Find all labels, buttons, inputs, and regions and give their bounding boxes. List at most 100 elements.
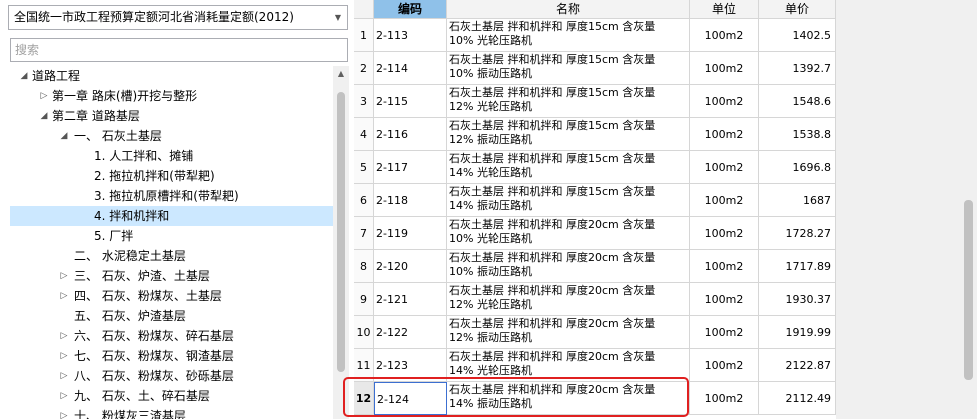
quota-code-cell[interactable]: 2-120 (374, 250, 447, 283)
unit-cell[interactable]: 100m2 (690, 118, 759, 151)
tree-node[interactable]: ▷ 九、 石灰、土、碎石基层 (10, 386, 333, 406)
quota-name-cell[interactable]: 石灰土基层 拌和机拌和 厚度20cm 含灰量 12% 光轮压路机 (447, 283, 690, 316)
quota-name-cell[interactable]: 石灰土基层 拌和机拌和 厚度20cm 含灰量 10% 光轮压路机 (447, 217, 690, 250)
expand-icon[interactable]: ▷ (58, 406, 70, 419)
quota-name-cell[interactable]: 石灰土基层 拌和机拌和 厚度15cm 含灰量 12% 振动压路机 (447, 118, 690, 151)
expand-icon[interactable]: ▷ (58, 286, 70, 306)
price-cell[interactable]: 1717.89 (759, 250, 836, 283)
quota-code-cell[interactable]: 2-123 (374, 349, 447, 382)
tree-node[interactable]: ▷ 三、 石灰、炉渣、土基层 (10, 266, 333, 286)
expand-icon[interactable]: ▷ (58, 346, 70, 366)
tree-node[interactable]: ▷ 十、 粉煤灰三渣基层 (10, 406, 333, 419)
tree-node[interactable]: ◢ 一、 石灰土基层 (10, 126, 333, 146)
quota-name-cell[interactable]: 石灰土基层 拌和机拌和 厚度20cm 含灰量 14% 光轮压路机 (447, 349, 690, 382)
table-row[interactable]: 8 2-120 石灰土基层 拌和机拌和 厚度20cm 含灰量 10% 振动压路机 100… (354, 250, 836, 283)
tree-node[interactable]: 4. 拌和机拌和 (10, 206, 333, 226)
quota-code-cell[interactable]: 2-119 (374, 217, 447, 250)
tree-node[interactable]: ▷ 第一章 路床(槽)开挖与整形 (10, 86, 333, 106)
table-row[interactable]: 5 2-117 石灰土基层 拌和机拌和 厚度15cm 含灰量 14% 光轮压路机 100… (354, 151, 836, 184)
quota-code-cell[interactable]: 2-124 (374, 382, 447, 415)
unit-cell[interactable]: 100m2 (690, 382, 759, 415)
price-cell[interactable]: 1538.8 (759, 118, 836, 151)
tree-scrollbar[interactable]: ▲ (333, 66, 349, 419)
table-row[interactable]: 12 2-124 石灰土基层 拌和机拌和 厚度20cm 含灰量 14% 振动压路机 10… (354, 382, 836, 415)
table-row[interactable]: 4 2-116 石灰土基层 拌和机拌和 厚度15cm 含灰量 12% 振动压路机 100… (354, 118, 836, 151)
quota-name-cell[interactable]: 石灰土基层 拌和机拌和 厚度20cm 含灰量 14% 振动压路机 (447, 382, 690, 415)
table-row[interactable]: 11 2-123 石灰土基层 拌和机拌和 厚度20cm 含灰量 14% 光轮压路机 10… (354, 349, 836, 382)
collapse-icon[interactable]: ◢ (58, 126, 70, 146)
table-row[interactable]: 1 2-113 石灰土基层 拌和机拌和 厚度15cm 含灰量 10% 光轮压路机 100… (354, 19, 836, 52)
table-row[interactable]: 2 2-114 石灰土基层 拌和机拌和 厚度15cm 含灰量 10% 振动压路机 100… (354, 52, 836, 85)
expand-icon[interactable]: ▷ (58, 326, 70, 346)
unit-cell[interactable]: 100m2 (690, 85, 759, 118)
collapse-icon[interactable]: ◢ (18, 66, 30, 86)
tree-node[interactable]: ▷ 八、 石灰、粉煤灰、砂砾基层 (10, 366, 333, 386)
tree-node[interactable]: 五、 石灰、炉渣基层 (10, 306, 333, 326)
tree-node[interactable]: ▷ 六、 石灰、粉煤灰、碎石基层 (10, 326, 333, 346)
price-cell[interactable]: 2112.49 (759, 382, 836, 415)
table-scrollbar-thumb[interactable] (964, 200, 973, 380)
chevron-down-icon[interactable]: ▼ (335, 6, 341, 29)
quota-code-cell[interactable]: 2-116 (374, 118, 447, 151)
table-row[interactable]: 7 2-119 石灰土基层 拌和机拌和 厚度20cm 含灰量 10% 光轮压路机 100… (354, 217, 836, 250)
expand-icon[interactable]: ▷ (58, 366, 70, 386)
table-scrollbar[interactable] (960, 0, 977, 419)
scroll-up-icon[interactable]: ▲ (333, 66, 349, 82)
quota-code-cell[interactable]: 2-121 (374, 283, 447, 316)
unit-cell[interactable]: 100m2 (690, 19, 759, 52)
unit-cell[interactable]: 100m2 (690, 316, 759, 349)
quota-name-cell[interactable]: 石灰土基层 拌和机拌和 厚度15cm 含灰量 10% 光轮压路机 (447, 19, 690, 52)
header-name[interactable]: 名称 (447, 0, 690, 19)
quota-name-cell[interactable]: 石灰土基层 拌和机拌和 厚度15cm 含灰量 12% 光轮压路机 (447, 85, 690, 118)
tree-node[interactable]: ▷ 四、 石灰、粉煤灰、土基层 (10, 286, 333, 306)
expand-icon[interactable]: ▷ (58, 266, 70, 286)
quota-code-cell[interactable]: 2-118 (374, 184, 447, 217)
tree-scrollbar-thumb[interactable] (337, 92, 345, 372)
price-cell[interactable]: 1402.5 (759, 19, 836, 52)
quota-code-cell[interactable]: 2-117 (374, 151, 447, 184)
quota-code-cell[interactable]: 2-114 (374, 52, 447, 85)
unit-cell[interactable]: 100m2 (690, 250, 759, 283)
tree-node[interactable]: ▷ 七、 石灰、粉煤灰、钢渣基层 (10, 346, 333, 366)
price-cell[interactable]: 1548.6 (759, 85, 836, 118)
price-cell[interactable]: 2122.87 (759, 349, 836, 382)
unit-cell[interactable]: 100m2 (690, 151, 759, 184)
header-price[interactable]: 单价 (759, 0, 836, 19)
unit-cell[interactable]: 100m2 (690, 283, 759, 316)
price-cell[interactable]: 1392.7 (759, 52, 836, 85)
tree-node[interactable]: ◢ 第二章 道路基层 (10, 106, 333, 126)
expand-icon[interactable]: ▷ (58, 386, 70, 406)
tree-node[interactable]: 2. 拖拉机拌和(带犁耙) (10, 166, 333, 186)
price-cell[interactable]: 1728.27 (759, 217, 836, 250)
quota-book-select[interactable]: 全国统一市政工程预算定额河北省消耗量定额(2012) ▼ (8, 5, 348, 30)
quota-name-cell[interactable]: 石灰土基层 拌和机拌和 厚度15cm 含灰量 10% 振动压路机 (447, 52, 690, 85)
unit-cell[interactable]: 100m2 (690, 52, 759, 85)
header-code[interactable]: 编码 (374, 0, 447, 19)
table-row[interactable]: 10 2-122 石灰土基层 拌和机拌和 厚度20cm 含灰量 12% 振动压路机 10… (354, 316, 836, 349)
table-row[interactable]: 3 2-115 石灰土基层 拌和机拌和 厚度15cm 含灰量 12% 光轮压路机 100… (354, 85, 836, 118)
quota-code-cell[interactable]: 2-115 (374, 85, 447, 118)
unit-cell[interactable]: 100m2 (690, 217, 759, 250)
unit-cell[interactable]: 100m2 (690, 184, 759, 217)
search-box[interactable] (10, 38, 348, 62)
search-input[interactable] (11, 39, 347, 61)
tree-node[interactable]: ◢ 道路工程 (10, 66, 333, 86)
quota-code-cell[interactable]: 2-122 (374, 316, 447, 349)
header-unit[interactable]: 单位 (690, 0, 759, 19)
price-cell[interactable]: 1930.37 (759, 283, 836, 316)
tree-node[interactable]: 3. 拖拉机原槽拌和(带犁耙) (10, 186, 333, 206)
expand-icon[interactable]: ▷ (38, 86, 50, 106)
quota-name-cell[interactable]: 石灰土基层 拌和机拌和 厚度20cm 含灰量 10% 振动压路机 (447, 250, 690, 283)
price-cell[interactable]: 1687 (759, 184, 836, 217)
unit-cell[interactable]: 100m2 (690, 349, 759, 382)
quota-code-cell[interactable]: 2-113 (374, 19, 447, 52)
collapse-icon[interactable]: ◢ (38, 106, 50, 126)
price-cell[interactable]: 1919.99 (759, 316, 836, 349)
table-row[interactable]: 9 2-121 石灰土基层 拌和机拌和 厚度20cm 含灰量 12% 光轮压路机 100… (354, 283, 836, 316)
table-row[interactable]: 6 2-118 石灰土基层 拌和机拌和 厚度15cm 含灰量 14% 振动压路机 100… (354, 184, 836, 217)
tree-node[interactable]: 二、 水泥稳定土基层 (10, 246, 333, 266)
quota-name-cell[interactable]: 石灰土基层 拌和机拌和 厚度20cm 含灰量 12% 振动压路机 (447, 316, 690, 349)
tree-node[interactable]: 5. 厂拌 (10, 226, 333, 246)
quota-name-cell[interactable]: 石灰土基层 拌和机拌和 厚度15cm 含灰量 14% 光轮压路机 (447, 151, 690, 184)
tree-node[interactable]: 1. 人工拌和、摊铺 (10, 146, 333, 166)
